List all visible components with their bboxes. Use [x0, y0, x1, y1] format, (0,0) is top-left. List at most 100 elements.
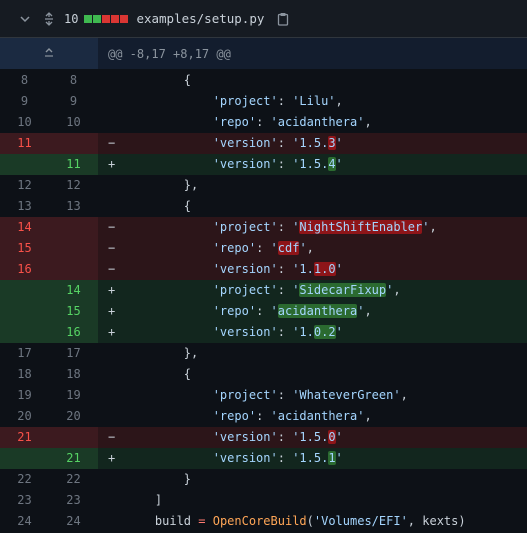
context-line: 22 22 }: [0, 469, 527, 490]
new-line-number[interactable]: 22: [49, 469, 98, 490]
copy-path-icon[interactable]: [274, 10, 292, 28]
diff-marker: [98, 196, 126, 217]
code-content: 'version': '1.5.0': [126, 427, 527, 448]
old-line-number[interactable]: 15: [0, 238, 49, 259]
code-token: :: [256, 304, 271, 318]
file-header: 10 examples/setup.py: [0, 0, 527, 38]
context-line: 10 10 'repo': 'acidanthera',: [0, 112, 527, 133]
new-line-number[interactable]: [49, 238, 98, 259]
code-token: 'repo': [212, 409, 257, 423]
code-token: 'version': [212, 430, 278, 444]
old-line-number[interactable]: 13: [0, 196, 49, 217]
new-line-number[interactable]: 21: [49, 448, 98, 469]
deleted-line: 11 − 'version': '1.5.3': [0, 133, 527, 154]
old-line-number[interactable]: 24: [0, 511, 49, 532]
code-token: ': [335, 262, 343, 276]
old-line-number[interactable]: 10: [0, 112, 49, 133]
old-line-number[interactable]: [0, 322, 49, 343]
code-content: }: [126, 469, 527, 490]
new-line-number[interactable]: 24: [49, 511, 98, 532]
code-token: 'version': [212, 262, 278, 276]
changed-token: 1: [328, 451, 336, 465]
code-token: , kexts): [407, 514, 466, 528]
new-line-number[interactable]: 13: [49, 196, 98, 217]
diff-marker: +: [108, 325, 116, 339]
new-line-number[interactable]: [49, 217, 98, 238]
code-content: {: [126, 364, 527, 385]
code-content: },: [126, 175, 527, 196]
added-line: 16 + 'version': '1.0.2': [0, 322, 527, 343]
old-line-number[interactable]: 8: [0, 70, 49, 91]
file-path[interactable]: examples/setup.py: [136, 11, 264, 26]
expand-up-button[interactable]: [0, 38, 98, 69]
code-token: 'Lilu': [292, 94, 336, 108]
code-content: {: [126, 196, 527, 217]
code-token: ,: [364, 304, 372, 318]
diffstat-square: [93, 14, 102, 23]
old-line-number[interactable]: 11: [0, 133, 49, 154]
code-token: ': [335, 325, 343, 339]
old-line-number[interactable]: 18: [0, 364, 49, 385]
old-line-number[interactable]: 14: [0, 217, 49, 238]
hunk-range: @@ -8,17 +8,17 @@: [108, 46, 231, 61]
old-line-number[interactable]: [0, 154, 49, 175]
new-line-number[interactable]: 23: [49, 490, 98, 511]
new-line-number[interactable]: [49, 259, 98, 280]
old-line-number[interactable]: 16: [0, 259, 49, 280]
old-line-number[interactable]: 9: [0, 91, 49, 112]
code-content: 'version': '1.5.1': [126, 448, 527, 469]
new-line-number[interactable]: 18: [49, 364, 98, 385]
old-line-number[interactable]: 12: [0, 175, 49, 196]
collapse-chevron-icon[interactable]: [16, 10, 34, 28]
code-token: :: [277, 220, 293, 234]
new-line-number[interactable]: 9: [49, 91, 98, 112]
new-line-number[interactable]: 16: [49, 322, 98, 343]
context-line: 12 12 },: [0, 175, 527, 196]
old-line-number[interactable]: 22: [0, 469, 49, 490]
expand-all-icon[interactable]: [40, 10, 58, 28]
diff-lines: 88 {9 9 'project': 'Lilu', 10 10 'repo': 'a…: [0, 70, 527, 532]
old-line-number[interactable]: 20: [0, 406, 49, 427]
old-line-number[interactable]: 21: [0, 427, 49, 448]
code-content: 'version': '1.5.4': [126, 154, 527, 175]
change-count: 10: [64, 11, 79, 26]
old-line-number[interactable]: [0, 280, 49, 301]
new-line-number[interactable]: 14: [49, 280, 98, 301]
new-line-number[interactable]: 20: [49, 406, 98, 427]
code-token: :: [256, 241, 271, 255]
new-line-number[interactable]: 15: [49, 301, 98, 322]
code-token: ': [270, 241, 278, 255]
old-line-number[interactable]: [0, 301, 49, 322]
old-line-number[interactable]: 17: [0, 343, 49, 364]
diff-marker: [98, 490, 126, 511]
code-token: ': [335, 136, 343, 150]
diff-marker: +: [108, 283, 116, 297]
diff-marker: [98, 364, 126, 385]
code-token: '1.5.: [292, 157, 329, 171]
new-line-number[interactable]: 17: [49, 343, 98, 364]
code-token: :: [277, 325, 293, 339]
new-line-number[interactable]: 12: [49, 175, 98, 196]
new-line-number[interactable]: 19: [49, 385, 98, 406]
changed-token: acidanthera: [277, 304, 358, 318]
new-line-number[interactable]: 8: [49, 70, 98, 91]
code-token: '1.5.: [292, 136, 329, 150]
old-line-number[interactable]: [0, 448, 49, 469]
old-line-number[interactable]: 23: [0, 490, 49, 511]
code-token: 'project': [212, 283, 278, 297]
diffstat-square: [84, 14, 93, 23]
diff-marker: −: [108, 430, 116, 444]
diff-marker: +: [108, 451, 116, 465]
added-line: 14 + 'project': 'SidecarFixup',: [0, 280, 527, 301]
code-token: 'project': [212, 220, 278, 234]
new-line-number[interactable]: 11: [49, 154, 98, 175]
new-line-number[interactable]: [49, 133, 98, 154]
changed-token: cdf: [277, 241, 300, 255]
code-token: },: [126, 346, 199, 360]
new-line-number[interactable]: 10: [49, 112, 98, 133]
new-line-number[interactable]: [49, 427, 98, 448]
diff-marker: [98, 511, 126, 532]
old-line-number[interactable]: 19: [0, 385, 49, 406]
